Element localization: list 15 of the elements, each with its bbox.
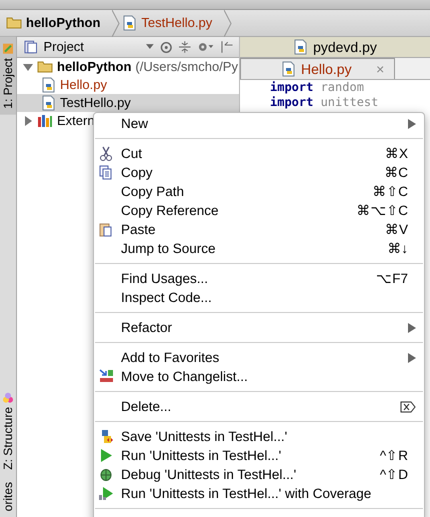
shortcut-text: ⌘V	[384, 221, 409, 239]
shortcut-text: ^⇧D	[380, 466, 409, 484]
shortcut-text: ⌘⇧C	[372, 183, 409, 201]
shortcut-text: ⌘↓	[387, 240, 409, 258]
path-text: (/Users/smcho/Py	[135, 58, 238, 76]
shortcut-text: ⌘C	[384, 164, 409, 182]
code-line: import random	[270, 80, 365, 95]
tree-label: helloPython	[57, 58, 132, 76]
tree-label: Hello.py	[60, 76, 107, 94]
shortcut-text: ⌘X	[384, 145, 409, 163]
shortcut-text: ^⇧R	[380, 447, 409, 465]
code-line: import unittest	[270, 95, 380, 110]
shortcut-text: ⌘⌥⇧C	[356, 202, 409, 220]
shortcut-text: ⌥F7	[376, 270, 409, 288]
tree-label: TestHello.py	[60, 94, 131, 112]
